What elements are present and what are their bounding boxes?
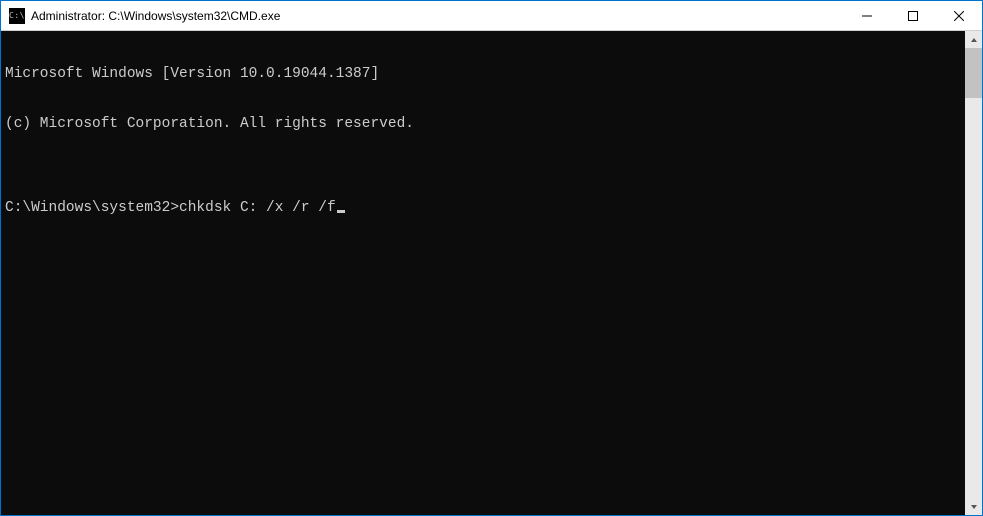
console-line-copyright: (c) Microsoft Corporation. All rights re… [5,116,961,133]
close-button[interactable] [936,1,982,30]
minimize-button[interactable] [844,1,890,30]
console-prompt-line: C:\Windows\system32>chkdsk C: /x /r /f [5,200,961,217]
console-line-version: Microsoft Windows [Version 10.0.19044.13… [5,66,961,83]
scroll-up-button[interactable] [965,31,982,48]
chevron-up-icon [970,36,978,44]
console-prompt: C:\Windows\system32> [5,200,179,217]
console-output[interactable]: Microsoft Windows [Version 10.0.19044.13… [1,31,965,515]
cmd-icon-text: C:\ [9,12,25,20]
window-titlebar: C:\ Administrator: C:\Windows\system32\C… [1,1,982,31]
console-command: chkdsk C: /x /r /f [179,200,336,217]
window-controls [844,1,982,30]
scroll-track[interactable] [965,48,982,498]
vertical-scrollbar[interactable] [965,31,982,515]
maximize-icon [908,11,918,21]
window-title: Administrator: C:\Windows\system32\CMD.e… [31,9,844,23]
chevron-down-icon [970,503,978,511]
maximize-button[interactable] [890,1,936,30]
console-cursor [337,210,345,213]
scroll-thumb[interactable] [965,48,982,98]
console-container: Microsoft Windows [Version 10.0.19044.13… [1,31,982,515]
close-icon [954,11,964,21]
cmd-icon: C:\ [9,8,25,24]
scroll-down-button[interactable] [965,498,982,515]
minimize-icon [862,11,872,21]
